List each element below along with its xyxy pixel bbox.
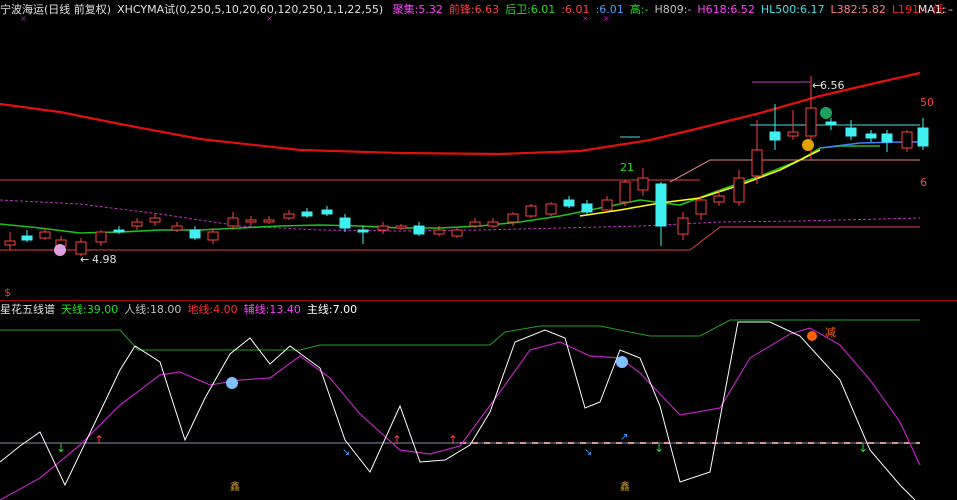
up-arrow-icon: ↑ — [448, 433, 458, 447]
indicator-field: 地线:4.00 — [187, 303, 237, 316]
candle-body[interactable] — [677, 217, 689, 235]
diag-arrow-icon: ↗ — [620, 432, 628, 443]
candle-body[interactable] — [881, 133, 893, 143]
indicator-field-label: 地线: — [187, 303, 214, 316]
candle-body[interactable] — [751, 149, 763, 177]
high-annotation: 6.56 — [820, 79, 845, 92]
ma-green — [0, 145, 880, 234]
candle-body[interactable] — [413, 225, 425, 235]
down-arrow-icon: ↓ — [56, 441, 66, 455]
candle-body[interactable] — [507, 213, 519, 223]
indicator-field-label: 人线: — [124, 303, 150, 316]
right-label-bottom: 6 — [920, 176, 927, 189]
flag-icon — [807, 331, 817, 341]
down-arrow-icon: ↓ — [654, 441, 664, 455]
candle-body[interactable] — [451, 229, 463, 237]
candle-body[interactable] — [563, 199, 575, 207]
indicator-header: 星花五线谱 天线:39.00 人线:18.00 地线:4.00 辅线:13.40 主线:7… — [0, 302, 957, 318]
candle-body[interactable] — [469, 221, 481, 227]
diag-arrow-icon: ↘ — [342, 447, 350, 458]
indicator-field: 人线:18.00 — [124, 303, 181, 316]
indicator-field-value: 4.00 — [213, 303, 238, 316]
candle-body[interactable] — [525, 205, 537, 217]
candle-body[interactable] — [301, 211, 313, 217]
candle-body[interactable] — [433, 229, 445, 235]
candle-body[interactable] — [581, 203, 593, 213]
candle-body[interactable] — [901, 131, 913, 149]
price-chart[interactable]: ← ← 6.56 4.98 21 50 6 $ — [0, 71, 934, 299]
indicator-field-label: 辅线: — [243, 303, 270, 316]
support-line — [689, 226, 920, 251]
candle-body[interactable] — [601, 199, 613, 211]
up-arrow-badge-icon — [802, 139, 814, 151]
diamond-icon — [54, 244, 66, 256]
candle-body[interactable] — [95, 231, 107, 243]
candle-body[interactable] — [245, 219, 257, 223]
candle-body[interactable] — [619, 181, 631, 203]
candle-body[interactable] — [769, 131, 781, 141]
indicator-field-value: 18.00 — [149, 303, 182, 316]
candle-body[interactable] — [825, 121, 837, 125]
pane-separator[interactable] — [0, 300, 957, 301]
aux-line — [0, 327, 921, 500]
reduce-signal: 减 — [825, 326, 836, 339]
candle-body[interactable] — [865, 133, 877, 139]
candle-body[interactable] — [733, 177, 745, 203]
candle-body[interactable] — [637, 177, 649, 191]
candle-body[interactable] — [283, 213, 295, 219]
sky-line — [0, 319, 920, 351]
indicator-name[interactable]: 星花五线谱 — [0, 303, 55, 316]
gold-marker: 鑫 — [620, 480, 630, 493]
chart-canvas[interactable]: ← ← 6.56 4.98 21 50 6 $ ↓ ↑ ↑ ↑ ↓ ↓ ↘ ↘ … — [0, 0, 957, 500]
count-label: 21 — [620, 161, 634, 174]
ma-red — [0, 71, 921, 156]
candle-body[interactable] — [713, 195, 725, 203]
right-label-top: 50 — [920, 96, 934, 109]
diamond-icon — [616, 356, 628, 368]
candle-body[interactable] — [695, 199, 707, 215]
low-annotation: 4.98 — [92, 253, 117, 266]
candle-body[interactable] — [113, 229, 125, 233]
indicator-field-label: 主线: — [306, 303, 333, 316]
indicator-field-value: 7.00 — [332, 303, 358, 316]
dollar-marker: $ — [4, 286, 11, 299]
candle-body[interactable] — [227, 217, 239, 227]
gold-marker: 鑫 — [230, 480, 240, 493]
candle-body[interactable] — [787, 131, 799, 137]
candle-body[interactable] — [845, 127, 857, 137]
up-arrow-icon: ↑ — [392, 433, 402, 447]
indicator-field: 天线:39.00 — [61, 303, 118, 316]
diamond-icon — [226, 377, 238, 389]
candle-body[interactable] — [377, 225, 389, 231]
candle-body[interactable] — [207, 231, 219, 241]
indicator-field-label: 天线: — [61, 303, 87, 316]
candle-body[interactable] — [39, 231, 51, 239]
candle-body[interactable] — [357, 229, 369, 233]
down-arrow-icon: ↓ — [858, 441, 868, 455]
indicator-field-value: 13.40 — [269, 303, 301, 316]
candle-body[interactable] — [263, 219, 275, 223]
check-badge-icon — [820, 107, 832, 119]
candle-body[interactable] — [4, 240, 16, 246]
candle-body[interactable] — [149, 217, 161, 223]
candle-body[interactable] — [321, 209, 333, 215]
candle-body[interactable] — [545, 203, 557, 215]
indicator-field: 辅线:13.40 — [244, 303, 301, 316]
candle-body[interactable] — [189, 229, 201, 239]
indicator-chart[interactable]: ↓ ↑ ↑ ↑ ↓ ↓ ↘ ↘ ↗ 减 鑫 鑫 — [0, 319, 921, 500]
candle-body[interactable] — [395, 225, 407, 229]
up-arrow-icon: ↑ — [94, 433, 104, 447]
candle-body[interactable] — [131, 221, 143, 227]
candle-body[interactable] — [171, 225, 183, 231]
candle-body[interactable] — [917, 127, 929, 147]
candle-body[interactable] — [487, 221, 499, 227]
candle-body[interactable] — [805, 107, 817, 137]
low-arrow-icon: ← — [80, 253, 89, 266]
candle-body[interactable] — [655, 183, 667, 227]
diag-arrow-icon: ↘ — [584, 447, 592, 458]
candle-body[interactable] — [339, 217, 351, 229]
indicator-field: 主线:7.00 — [307, 303, 357, 316]
candle-body[interactable] — [21, 235, 33, 241]
indicator-field-value: 39.00 — [86, 303, 119, 316]
